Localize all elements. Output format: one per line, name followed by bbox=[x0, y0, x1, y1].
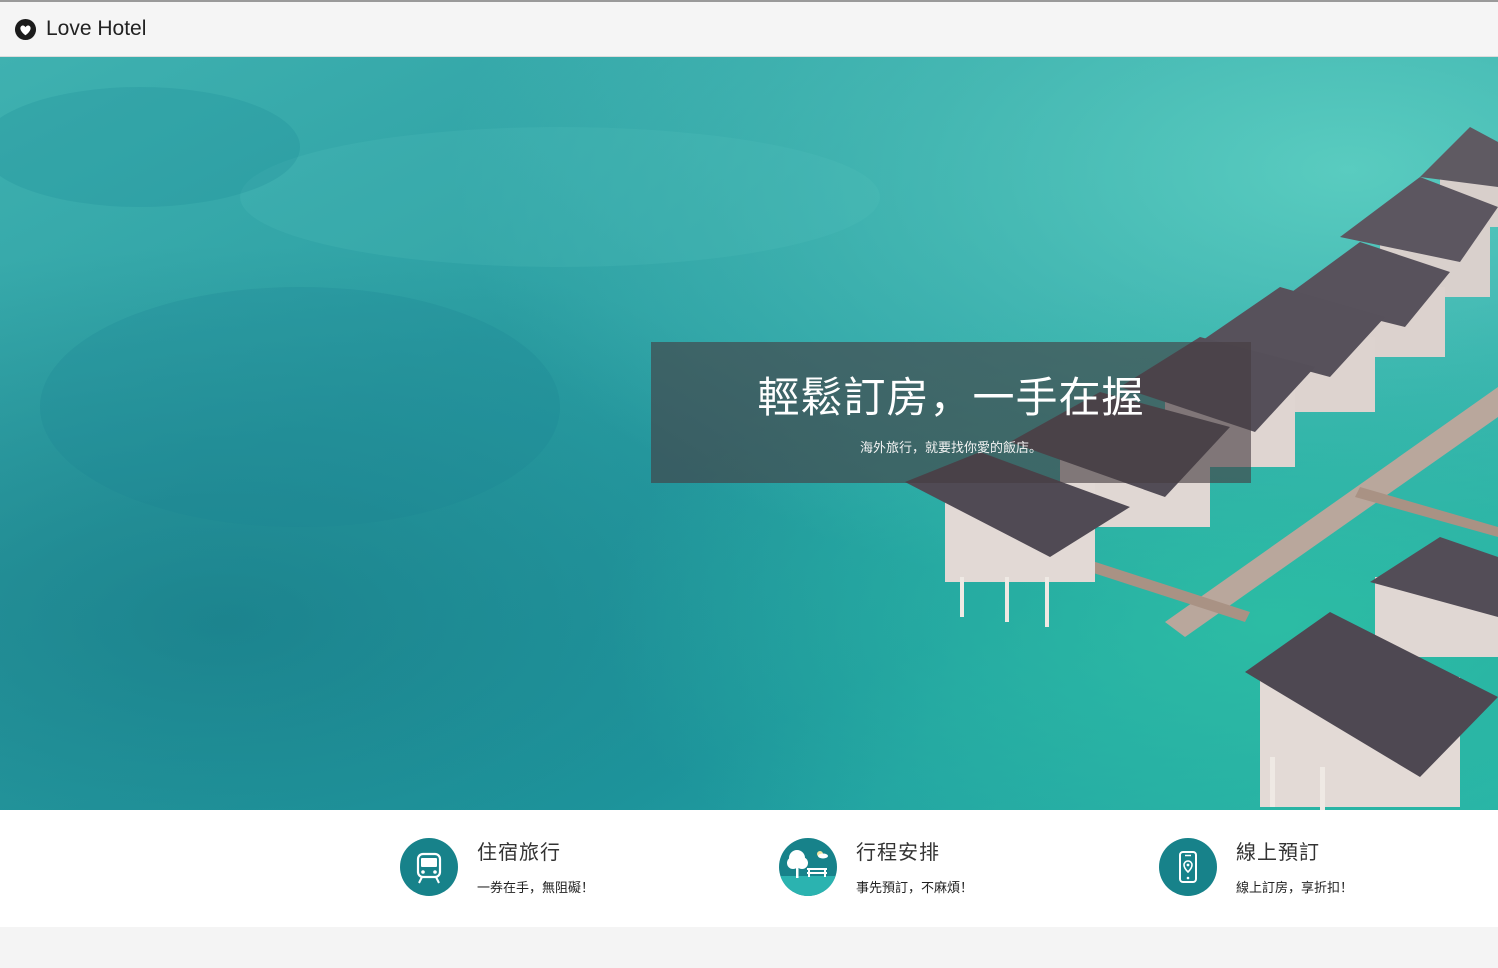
feature-item-lodging[interactable]: 住宿旅行 一券在手，無阻礙！ bbox=[400, 838, 594, 896]
footer-band bbox=[0, 927, 1498, 968]
hero-banner: 輕鬆訂房，一手在握 海外旅行，就要找你愛的飯店。 bbox=[0, 57, 1498, 810]
feature-title: 行程安排 bbox=[856, 840, 940, 864]
feature-desc: 事先預訂，不麻煩！ bbox=[856, 881, 974, 896]
features-section: 住宿旅行 一券在手，無阻礙！ 行程安排 事先預訂，不麻煩！ 線上預訂 線上訂房，… bbox=[0, 810, 1498, 927]
brand-name: Love Hotel bbox=[46, 17, 147, 40]
hero-caption-box: 輕鬆訂房，一手在握 海外旅行，就要找你愛的飯店。 bbox=[651, 342, 1251, 483]
feature-item-itinerary[interactable]: 行程安排 事先預訂，不麻煩！ bbox=[779, 838, 973, 896]
heart-circle-icon bbox=[14, 18, 37, 41]
feature-desc: 線上訂房，享折扣！ bbox=[1236, 881, 1354, 896]
hero-subtitle: 海外旅行，就要找你愛的飯店。 bbox=[859, 441, 1042, 456]
navbar: Love Hotel bbox=[0, 2, 1498, 57]
hero-title: 輕鬆訂房，一手在握 bbox=[757, 373, 1145, 422]
feature-title: 住宿旅行 bbox=[477, 840, 561, 864]
smartphone-location-icon bbox=[1159, 838, 1217, 896]
bus-icon bbox=[400, 838, 458, 896]
park-bench-tree-icon bbox=[779, 838, 837, 896]
feature-title: 線上預訂 bbox=[1236, 840, 1320, 864]
brand-link[interactable]: Love Hotel bbox=[14, 17, 146, 41]
feature-desc: 一券在手，無阻礙！ bbox=[477, 881, 595, 896]
feature-item-online-booking[interactable]: 線上預訂 線上訂房，享折扣！ bbox=[1159, 838, 1353, 896]
